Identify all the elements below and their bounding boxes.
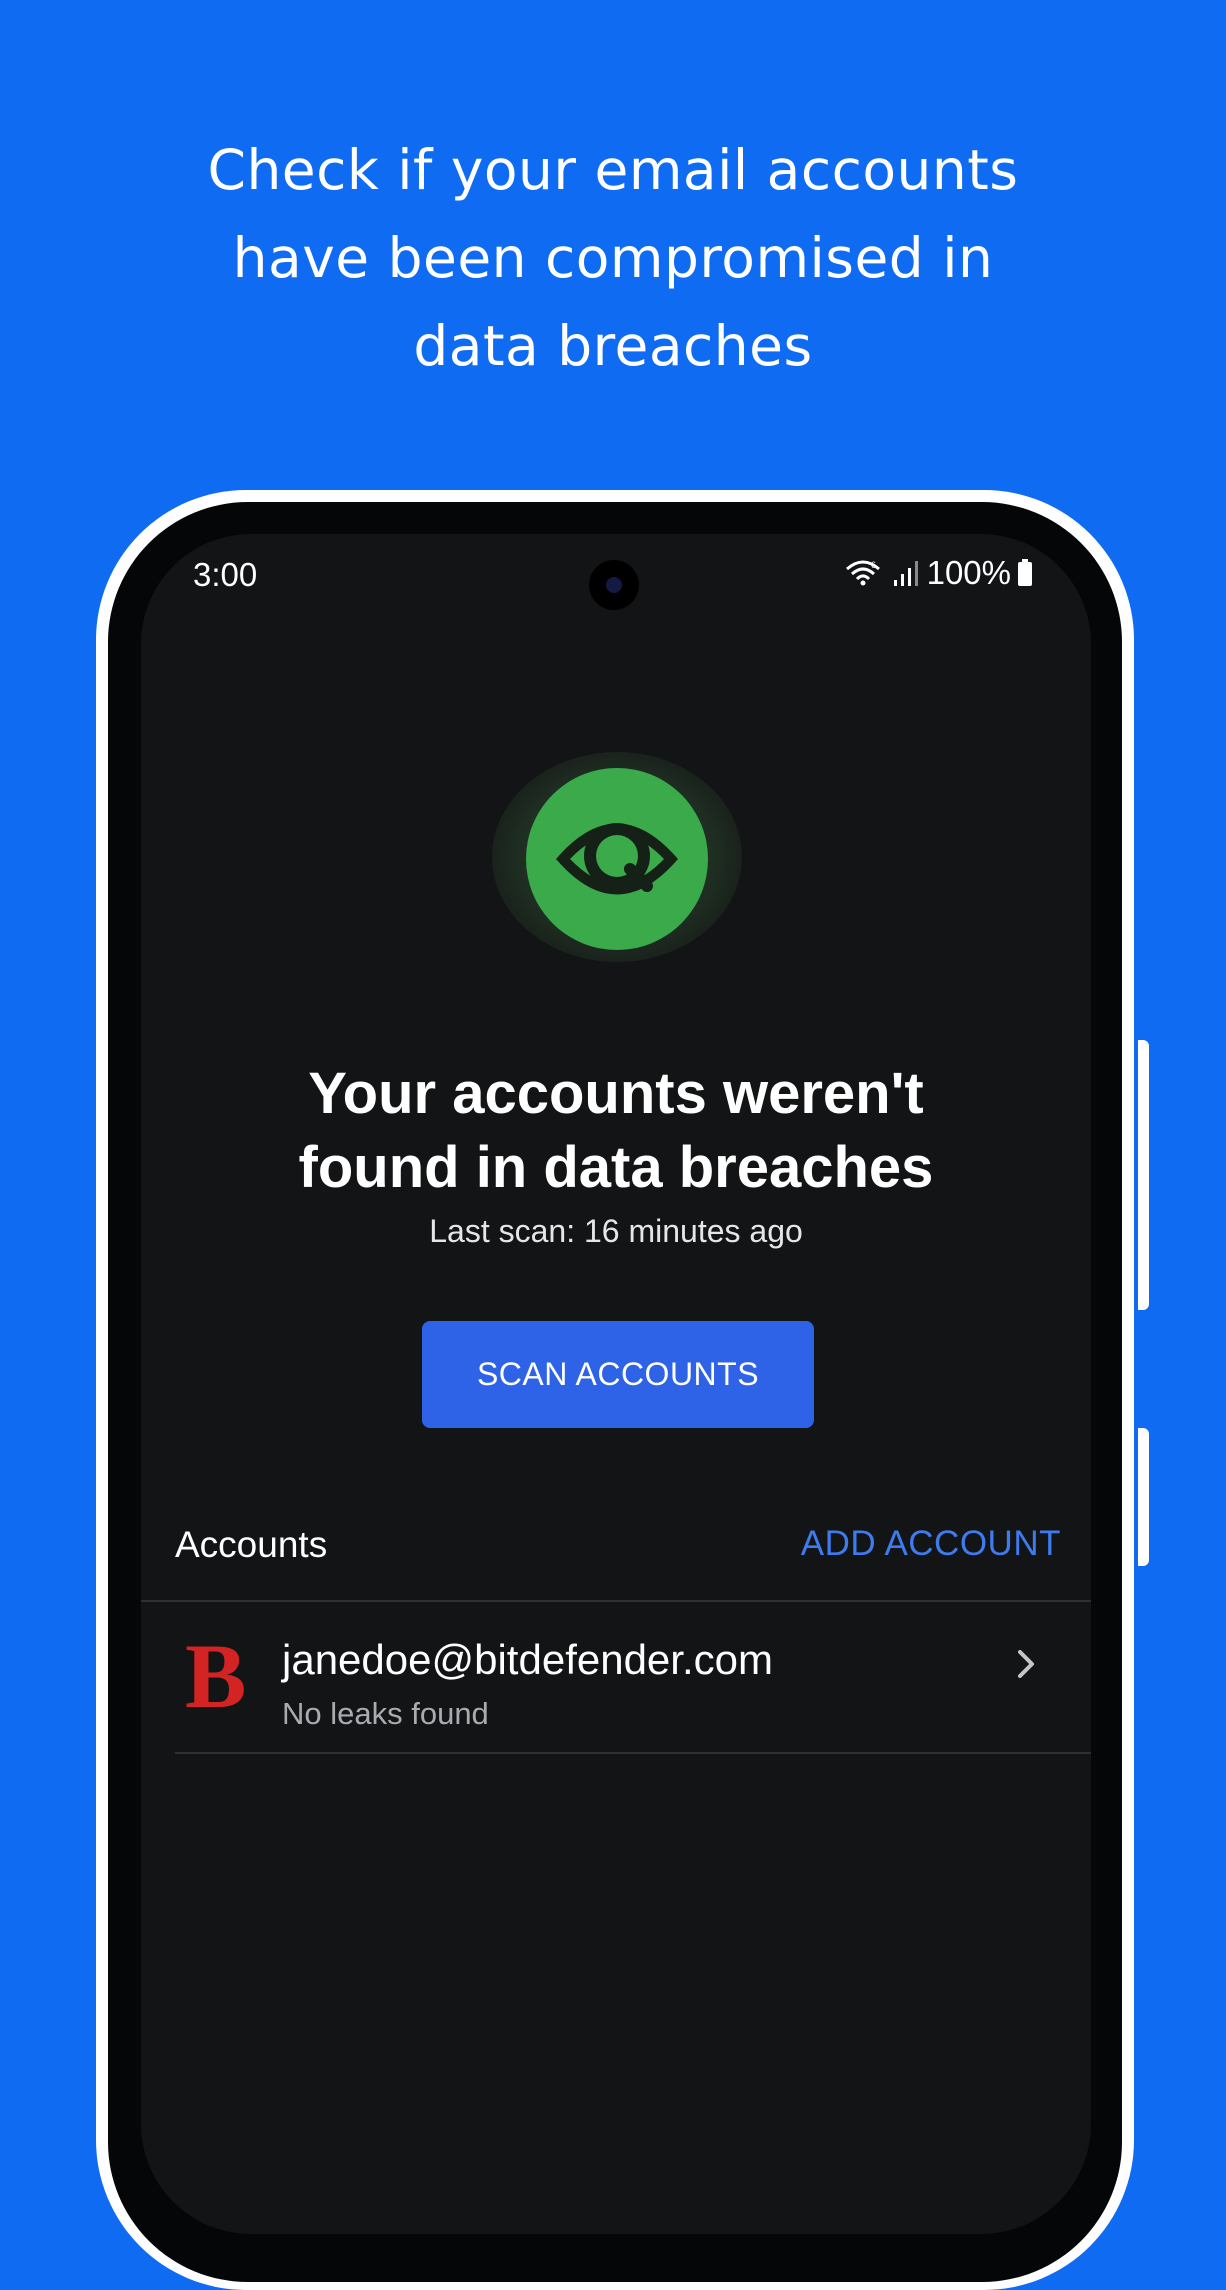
signal-icon xyxy=(893,558,919,588)
battery-percent: 100% xyxy=(926,554,1011,591)
last-scan-time: Last scan: 16 minutes ago xyxy=(429,1213,803,1249)
promo-headline-line: Check if your email accounts xyxy=(207,138,1019,202)
scan-accounts-button[interactable]: SCAN ACCOUNTS xyxy=(422,1321,814,1428)
scan-result-title-line: Your accounts weren't xyxy=(308,1061,924,1126)
front-camera xyxy=(589,560,639,610)
promo-headline: Check if your email accounts have been c… xyxy=(0,126,1226,390)
phone-screen: 3:00 6 100% Your accounts weren't found … xyxy=(141,534,1091,2234)
battery-icon xyxy=(1017,558,1033,588)
bitdefender-logo: B xyxy=(185,1625,247,1727)
wifi-icon: 6 xyxy=(845,558,881,588)
scan-status-graphic xyxy=(492,752,742,962)
phone-volume-button xyxy=(1138,1040,1149,1310)
promo-headline-line: have been compromised in xyxy=(232,226,994,290)
eye-search-icon xyxy=(526,768,708,950)
add-account-button[interactable]: ADD ACCOUNT xyxy=(801,1524,1061,1564)
status-icons: 6 100% xyxy=(845,554,1033,592)
chevron-right-icon xyxy=(1011,1644,1041,1688)
svg-text:6: 6 xyxy=(871,560,876,570)
promo-headline-line: data breaches xyxy=(413,314,813,378)
scan-result-title: Your accounts weren't found in data brea… xyxy=(141,1057,1091,1205)
status-time: 3:00 xyxy=(193,556,258,593)
account-row-divider xyxy=(175,1752,1091,1754)
account-list-item[interactable]: B janedoe@bitdefender.com No leaks found xyxy=(141,1602,1091,1752)
scan-result-title-line: found in data breaches xyxy=(298,1135,934,1200)
accounts-section-title: Accounts xyxy=(175,1524,328,1565)
phone-power-button xyxy=(1138,1428,1149,1566)
account-leak-status: No leaks found xyxy=(282,1696,489,1731)
account-email: janedoe@bitdefender.com xyxy=(282,1636,773,1683)
